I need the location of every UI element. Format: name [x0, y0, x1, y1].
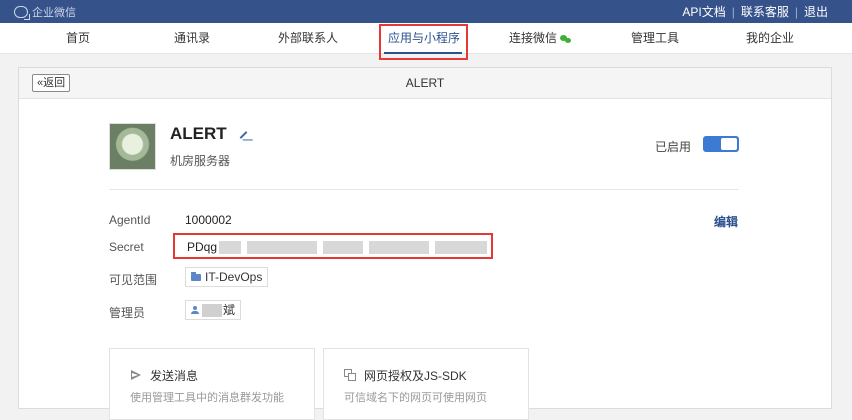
redaction-block — [219, 241, 241, 254]
admin-tag[interactable]: 斌 — [185, 300, 242, 320]
highlight-box-nav — [379, 24, 468, 60]
send-icon — [130, 369, 142, 381]
nav-external-contacts[interactable]: 外部联系人 — [270, 23, 346, 53]
nav-connect-wechat-label: 连接微信 — [508, 31, 557, 45]
nav-connect-wechat[interactable]: 连接微信 — [500, 23, 580, 53]
redaction-block — [323, 241, 363, 254]
send-message-card[interactable]: 发送消息 使用管理工具中的消息群发功能 — [109, 348, 315, 420]
wework-logo-icon — [14, 5, 30, 20]
logo[interactable]: 企业微信 — [14, 4, 76, 20]
app-description: 机房服务器 — [170, 154, 231, 168]
top-bar: 企业微信 API文档 | 联系客服 | 退出 — [0, 0, 852, 23]
pencil-icon[interactable] — [239, 131, 248, 139]
redaction-block — [247, 241, 317, 254]
redaction-block — [202, 303, 222, 317]
logo-text: 企业微信 — [32, 6, 76, 19]
edit-link[interactable]: 编辑 — [714, 213, 738, 230]
app-detail-panel: ALERT «返回 ALERT 机房服务器 已启用 AgentId 100000… — [18, 67, 832, 420]
secret-value: PDqg — [187, 240, 218, 254]
agentid-label: AgentId — [109, 213, 151, 227]
app-avatar[interactable] — [109, 123, 156, 170]
enable-toggle[interactable] — [703, 136, 739, 152]
app-name: ALERT — [170, 124, 227, 143]
agentid-value: 1000002 — [185, 213, 232, 227]
separator: | — [794, 4, 798, 19]
api-docs-link[interactable]: API文档 — [682, 3, 725, 20]
web-auth-card[interactable]: 网页授权及JS-SDK 可信域名下的网页可使用网页 — [323, 348, 529, 420]
person-icon — [191, 306, 199, 314]
logout-link[interactable]: 退出 — [804, 3, 828, 20]
redaction-block — [369, 241, 429, 254]
card-title: 发送消息 — [150, 369, 199, 383]
status-label: 已启用 — [655, 140, 692, 154]
top-links: API文档 | 联系客服 | 退出 — [682, 0, 828, 23]
admin-value: 斌 — [223, 303, 236, 317]
panel-header: ALERT «返回 — [19, 68, 831, 99]
visibility-label: 可见范围 — [109, 273, 158, 287]
nav-home[interactable]: 首页 — [50, 23, 106, 53]
admin-label: 管理员 — [109, 306, 146, 320]
nav-my-enterprise[interactable]: 我的企业 — [740, 23, 800, 53]
redaction-block — [435, 241, 487, 254]
highlight-box-secret: PDqg — [173, 233, 493, 259]
folder-icon — [191, 271, 201, 281]
visibility-value: IT-DevOps — [205, 270, 263, 284]
back-button-label: 返回 — [43, 77, 66, 89]
visibility-tag[interactable]: IT-DevOps — [185, 267, 269, 287]
wechat-icon — [560, 34, 571, 43]
divider — [109, 189, 739, 190]
secret-label: Secret — [109, 240, 144, 254]
contact-support-link[interactable]: 联系客服 — [741, 3, 789, 20]
nav-management-tools[interactable]: 管理工具 — [625, 23, 685, 53]
nav-contacts[interactable]: 通讯录 — [164, 23, 220, 53]
web-auth-icon — [344, 369, 356, 381]
separator: | — [731, 4, 735, 19]
card-description: 使用管理工具中的消息群发功能 — [130, 392, 284, 404]
panel-title: ALERT — [405, 76, 445, 90]
toggle-knob — [721, 138, 737, 150]
back-button[interactable]: «返回 — [32, 74, 71, 92]
card-description: 可信域名下的网页可使用网页 — [344, 392, 487, 404]
card-title: 网页授权及JS-SDK — [364, 369, 467, 383]
